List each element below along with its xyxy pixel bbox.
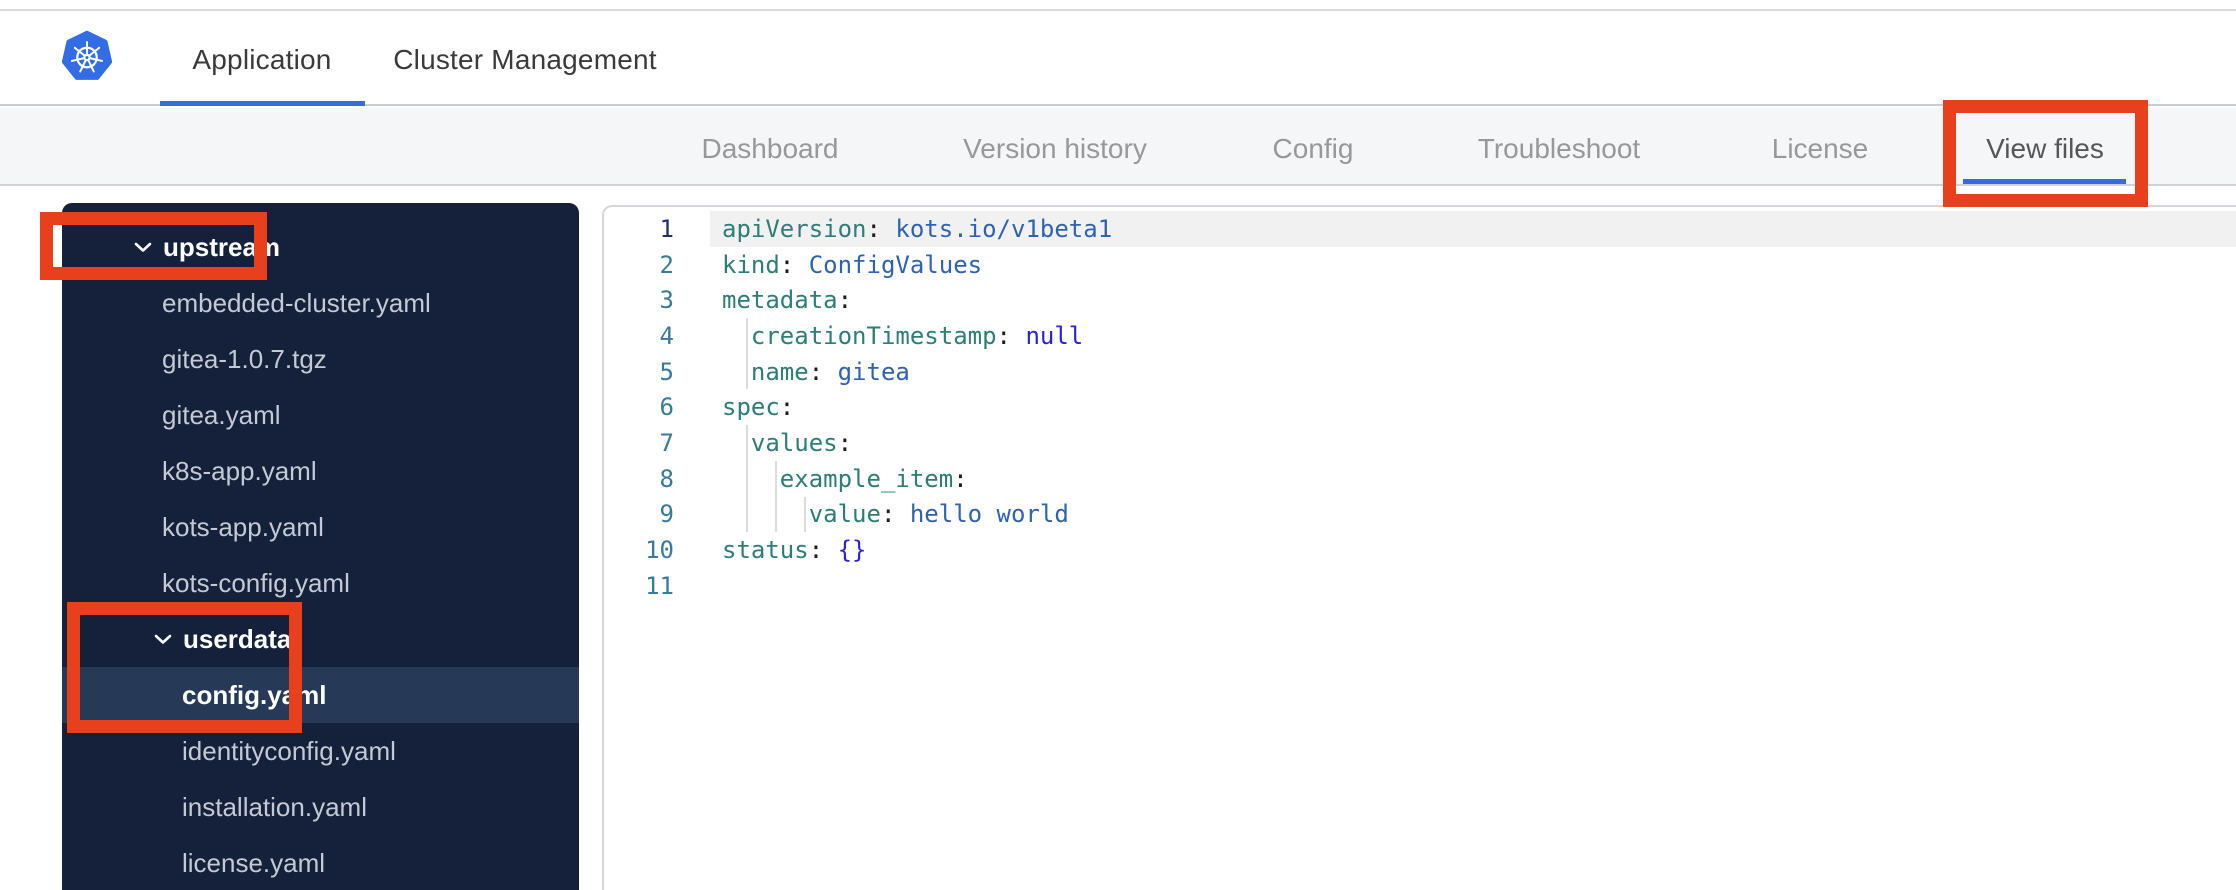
file-tree-sidebar[interactable]: upstream embedded-cluster.yaml gitea-1.0.7… [62, 203, 579, 890]
code-line-5: 5 name: gitea [604, 353, 2236, 390]
app-header: Application Cluster Management [0, 11, 2236, 106]
code-line-4: 4 creationTimestamp: null [604, 318, 2236, 354]
tree-file-embedded-cluster.yaml[interactable]: embedded-cluster.yaml [62, 275, 579, 331]
code-line-text: metadata: [722, 286, 853, 315]
tree-item-label: embedded-cluster.yaml [162, 287, 431, 318]
code-line-text: apiVersion: kots.io/v1beta1 [710, 211, 2236, 247]
line-number: 2 [659, 250, 674, 279]
line-number: 8 [659, 464, 674, 493]
code-line-3: 3 metadata: [604, 282, 2236, 318]
indent-guide [745, 496, 748, 533]
tree-item-label: config.yaml [182, 679, 327, 710]
nav-tab-troubleshoot[interactable]: Troubleshoot [1478, 133, 1640, 165]
line-number: 5 [659, 357, 674, 386]
code-line-text: example_item: [710, 460, 2236, 497]
line-number: 9 [659, 500, 674, 529]
tree-file-identityconfig.yaml[interactable]: identityconfig.yaml [62, 723, 579, 779]
code-line-text: creationTimestamp: null [710, 318, 2236, 354]
indent-guide [803, 496, 806, 533]
tree-item-label: userdata [183, 623, 292, 654]
nav-tab-config[interactable]: Config [1273, 133, 1354, 165]
tree-item-label: kots-app.yaml [162, 511, 324, 542]
code-line-1: 1 apiVersion: kots.io/v1beta1 [604, 211, 2236, 247]
code-line-text: status: {} [722, 536, 867, 565]
code-line-2: 2 kind: ConfigValues [604, 247, 2236, 283]
indent-guide [745, 425, 748, 461]
code-line-text [710, 568, 2236, 604]
application-tab-underline [160, 101, 365, 106]
code-line-text: spec: [722, 393, 795, 422]
code-line-text: value: hello world [710, 496, 2236, 533]
code-line-11: 11 [604, 568, 2236, 604]
tree-file-installation.yaml[interactable]: installation.yaml [62, 779, 579, 835]
tree-file-config.yaml[interactable]: config.yaml [62, 667, 579, 723]
tree-folder-userdata[interactable]: userdata [62, 611, 579, 667]
tree-item-label: gitea-1.0.7.tgz [162, 343, 327, 374]
code-line-text: values: [710, 425, 2236, 461]
line-number: 1 [659, 214, 674, 243]
line-number: 3 [659, 286, 674, 315]
tree-file-k8s-app.yaml[interactable]: k8s-app.yaml [62, 443, 579, 499]
code-line-text: name: gitea [710, 353, 2236, 390]
indent-guide [745, 460, 748, 497]
tree-item-label: installation.yaml [182, 791, 367, 822]
code-line-6: 6 spec: [604, 389, 2236, 425]
indent-guide [745, 353, 748, 390]
tree-file-gitea-1.0.7.tgz[interactable]: gitea-1.0.7.tgz [62, 331, 579, 387]
chevron-down-icon [154, 633, 172, 645]
line-number: 7 [659, 428, 674, 457]
tree-item-label: license.yaml [182, 847, 326, 878]
tree-item-label: k8s-app.yaml [162, 455, 317, 486]
tree-file-gitea.yaml[interactable]: gitea.yaml [62, 387, 579, 443]
nav-tab-dashboard[interactable]: Dashboard [702, 133, 839, 165]
tree-item-label: identityconfig.yaml [182, 735, 396, 766]
yaml-editor-panel[interactable]: 1 apiVersion: kots.io/v1beta1 2 kind: Confi… [602, 205, 2236, 890]
tree-item-label: kots-config.yaml [162, 567, 350, 598]
code-line-10: 10 status: {} [604, 532, 2236, 568]
view-files-tab-underline [1963, 179, 2126, 184]
tree-file-kots-app.yaml[interactable]: kots-app.yaml [62, 499, 579, 555]
nav-tab-view-files[interactable]: View files [1986, 133, 2104, 165]
header-tab-application[interactable]: Application [192, 44, 331, 76]
nav-tab-version-history[interactable]: Version history [963, 133, 1147, 165]
tree-file-license.yaml[interactable]: license.yaml [62, 835, 579, 890]
secondary-nav: Dashboard Version history Config Troublesho… [0, 108, 2236, 186]
tree-folder-upstream[interactable]: upstream [62, 219, 579, 275]
indent-guide [774, 496, 777, 533]
line-number: 6 [659, 393, 674, 422]
code-line-text: kind: ConfigValues [722, 250, 983, 279]
header-tab-cluster-management[interactable]: Cluster Management [393, 44, 657, 76]
code-line-9: 9 value: hello world [604, 496, 2236, 533]
code-line-8: 8 example_item: [604, 460, 2236, 497]
line-number: 11 [645, 571, 674, 600]
chevron-down-icon [134, 241, 152, 253]
tree-file-kots-config.yaml[interactable]: kots-config.yaml [62, 555, 579, 611]
line-number: 4 [659, 321, 674, 350]
nav-tab-license[interactable]: License [1772, 133, 1869, 165]
tree-item-label: gitea.yaml [162, 399, 281, 430]
indent-guide [774, 460, 777, 497]
kots-admin-console: Application Cluster Management Dashboard V… [0, 0, 2236, 890]
indent-guide [745, 318, 748, 354]
tree-item-label: upstream [163, 231, 281, 262]
line-number: 10 [645, 536, 674, 565]
kubernetes-logo-icon [62, 30, 112, 80]
code-viewer: 1 apiVersion: kots.io/v1beta1 2 kind: Confi… [604, 207, 2236, 604]
code-line-7: 7 values: [604, 425, 2236, 461]
